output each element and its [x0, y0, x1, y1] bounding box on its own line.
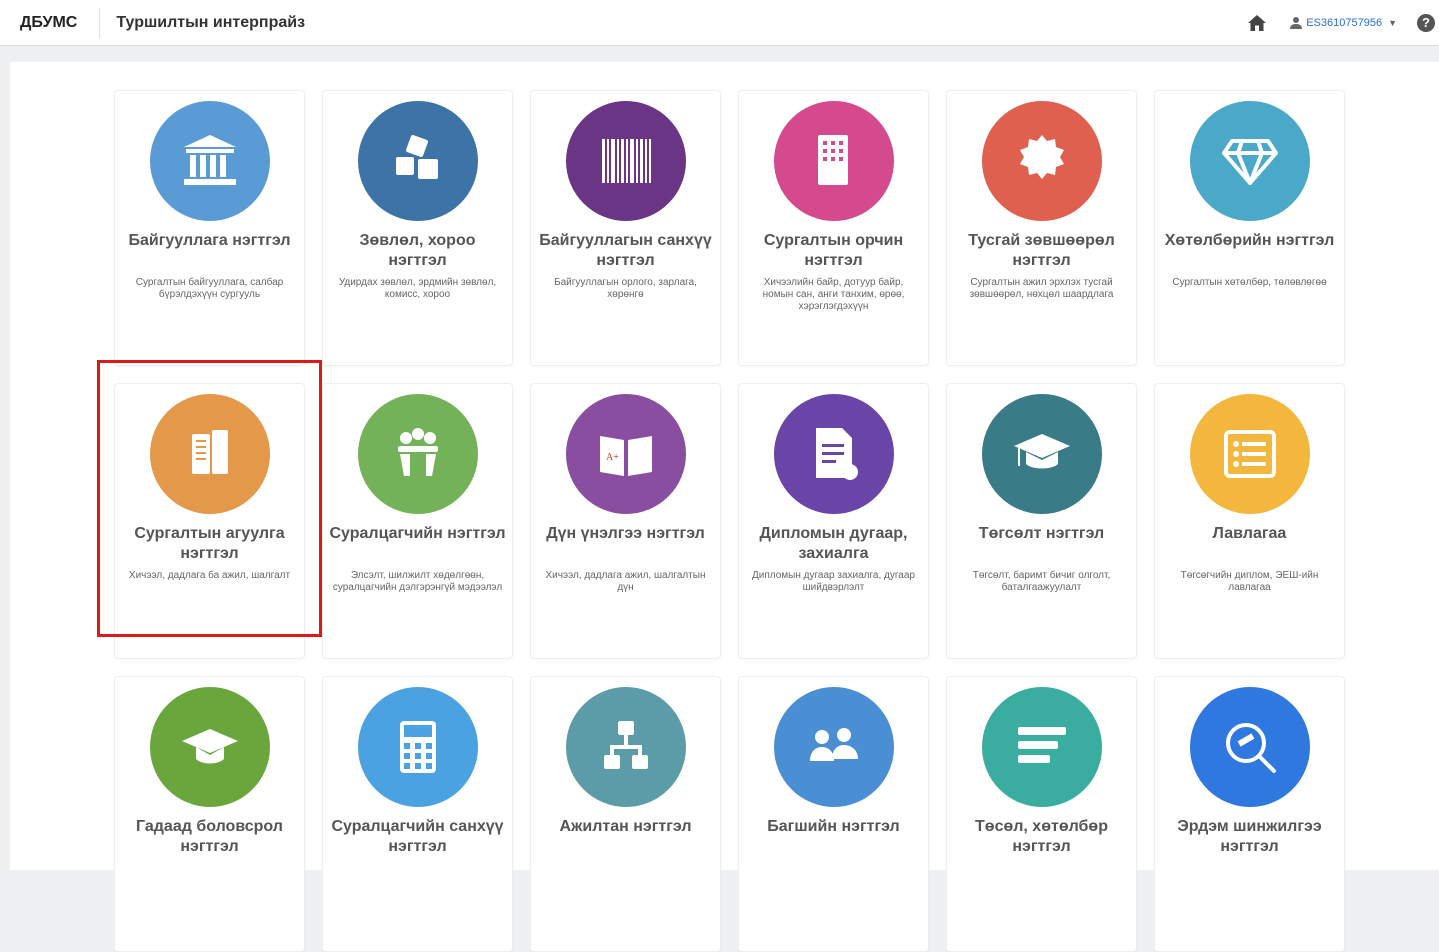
- module-card[interactable]: Байгууллагын санхүү нэгтгэл Байгууллагын …: [530, 90, 721, 366]
- module-card[interactable]: Зөвлөл, хороо нэгтгэл Удирдах зөвлөл, эрд…: [322, 90, 513, 366]
- diamond-icon: [1222, 139, 1278, 185]
- module-title[interactable]: Сургалтын орчин нэгтгэл: [745, 231, 922, 271]
- module-icon-circle[interactable]: [566, 687, 686, 807]
- module-card[interactable]: A+ Дүн үнэлгээ нэгтгэл Хичээл, дадлага ажи…: [530, 383, 721, 659]
- module-title[interactable]: Суралцагчийн нэгтгэл: [329, 524, 506, 544]
- certificate-icon: [1020, 135, 1064, 179]
- module-grid: Байгууллага нэгтгэл Сургалтын байгууллага…: [10, 62, 1439, 952]
- module-card[interactable]: Багшийн нэгтгэл: [738, 676, 929, 952]
- module-card[interactable]: Төгсөлт нэгтгэл Төгсөлт, баримт бичиг олг…: [946, 383, 1137, 659]
- module-card[interactable]: Байгууллага нэгтгэл Сургалтын байгууллага…: [114, 90, 305, 366]
- module-icon-circle[interactable]: [1190, 101, 1310, 221]
- home-icon[interactable]: [1247, 13, 1267, 33]
- module-description: Хичээл, дадлага ба ажил, шалгалт: [128, 570, 291, 581]
- user-menu[interactable]: ES3610757956 ▼: [1289, 16, 1397, 30]
- module-icon-circle[interactable]: [358, 101, 478, 221]
- research-icon: [1226, 723, 1276, 773]
- module-description: Төгсөлт, баримт бичиг олголт, баталгаажу…: [972, 570, 1111, 593]
- book-icon: [192, 430, 228, 474]
- module-title[interactable]: Байгууллага нэгтгэл: [121, 231, 298, 251]
- module-title[interactable]: Лавлагаа: [1161, 524, 1338, 544]
- org-chart-icon: [604, 721, 648, 769]
- user-icon: [1290, 17, 1303, 29]
- module-description: Сургалтын байгууллага, салбар бүрэлдэхүү…: [135, 277, 284, 300]
- module-card[interactable]: Суралцагчийн нэгтгэл Элсэлт, шилжилт хөдө…: [322, 383, 513, 659]
- module-card[interactable]: Тусгай зөвшөөрөл нэгтгэл Сургалтын ажил э…: [946, 90, 1137, 366]
- module-icon-circle[interactable]: [358, 687, 478, 807]
- module-title[interactable]: Хөтөлбөрийн нэгтгэл: [1161, 231, 1338, 251]
- module-icon-circle[interactable]: [774, 101, 894, 221]
- module-description: Дипломын дугаар захиалга, дугаар шийдвэр…: [752, 570, 915, 593]
- module-description: Элсэлт, шилжилт хөдөлгөөн, суралцагчийн …: [332, 570, 503, 593]
- module-title[interactable]: Тусгай зөвшөөрөл нэгтгэл: [953, 231, 1130, 271]
- document-gear-icon: [816, 428, 858, 480]
- module-card[interactable]: Төсөл, хөтөлбөр нэгтгэл: [946, 676, 1137, 952]
- module-card[interactable]: Лавлагаа Төгсөгчийн диплом, ЭЕШ-ийн лавла…: [1154, 383, 1345, 659]
- module-title[interactable]: Байгууллагын санхүү нэгтгэл: [537, 231, 714, 271]
- navbar-right: ES3610757956 ▼ ?: [1247, 0, 1439, 46]
- module-title[interactable]: Сургалтын агуулга нэгтгэл: [121, 524, 298, 564]
- help-icon[interactable]: ?: [1417, 14, 1435, 32]
- list-icon: [1224, 430, 1276, 478]
- module-description: Сургалтын хөтөлбөр, төлөвлөгөө: [1172, 277, 1327, 288]
- students-icon: [398, 428, 438, 476]
- module-icon-circle[interactable]: [982, 101, 1102, 221]
- module-card[interactable]: Сургалтын орчин нэгтгэл Хичээлийн байр, д…: [738, 90, 929, 366]
- module-icon-circle[interactable]: [774, 687, 894, 807]
- svg-text:A+: A+: [606, 452, 619, 463]
- top-navbar: ДБУМС Туршилтын интерпрайз ES3610757956 …: [0, 0, 1439, 46]
- module-icon-circle[interactable]: [1190, 687, 1310, 807]
- module-icon-circle[interactable]: [150, 687, 270, 807]
- module-icon-circle[interactable]: [774, 394, 894, 514]
- module-card[interactable]: Хөтөлбөрийн нэгтгэл Сургалтын хөтөлбөр, т…: [1154, 90, 1345, 366]
- grade-book-icon: A+: [600, 436, 652, 476]
- module-icon-circle[interactable]: A+: [566, 394, 686, 514]
- module-description: Хичээл, дадлага ажил, шалгалтын дүн: [545, 570, 706, 593]
- chevron-down-icon: ▼: [1388, 18, 1397, 28]
- module-card[interactable]: Ажилтан нэгтгэл: [530, 676, 721, 952]
- module-card[interactable]: Суралцагчийн санхүү нэгтгэл: [322, 676, 513, 952]
- module-title[interactable]: Суралцагчийн санхүү нэгтгэл: [329, 817, 506, 857]
- module-title[interactable]: Эрдэм шинжилгээ нэгтгэл: [1161, 817, 1338, 857]
- module-description: Байгууллагын орлого, зарлага, хөрөнгө: [554, 277, 697, 300]
- module-title[interactable]: Дүн үнэлгээ нэгтгэл: [537, 524, 714, 544]
- teachers-icon: [810, 728, 858, 761]
- barcode-icon: [602, 139, 651, 183]
- page-title: Туршилтын интерпрайз: [116, 13, 306, 31]
- module-description: Удирдах зөвлөл, эрдмийн зөвлөл, комисс, …: [338, 277, 497, 300]
- building-icon: [818, 135, 848, 185]
- module-title[interactable]: Гадаад боловсрол нэгтгэл: [121, 817, 298, 857]
- module-title[interactable]: Ажилтан нэгтгэл: [537, 817, 714, 837]
- module-icon-circle[interactable]: [150, 101, 270, 221]
- calculator-icon: [400, 721, 436, 773]
- graduation-hat-icon: [182, 729, 238, 764]
- bank-icon: [184, 135, 236, 185]
- module-title[interactable]: Дипломын дугаар, захиалга: [745, 524, 922, 564]
- module-description: Төгсөгчийн диплом, ЭЕШ-ийн лавлагаа: [1180, 570, 1319, 593]
- module-icon-circle[interactable]: [982, 687, 1102, 807]
- module-icon-circle[interactable]: [982, 394, 1102, 514]
- graduation-cap-icon: [1014, 434, 1070, 469]
- module-card[interactable]: Сургалтын агуулга нэгтгэл Хичээл, дадлага…: [114, 383, 305, 659]
- cubes-icon: [396, 135, 438, 179]
- module-card[interactable]: Эрдэм шинжилгээ нэгтгэл: [1154, 676, 1345, 952]
- module-card[interactable]: Дипломын дугаар, захиалга Дипломын дугаар…: [738, 383, 929, 659]
- module-icon-circle[interactable]: [358, 394, 478, 514]
- module-title[interactable]: Багшийн нэгтгэл: [745, 817, 922, 837]
- module-description: Хичээлийн байр, дотуур байр, номын сан, …: [762, 277, 905, 312]
- module-title[interactable]: Зөвлөл, хороо нэгтгэл: [329, 231, 506, 271]
- module-title[interactable]: Төгсөлт нэгтгэл: [953, 524, 1130, 544]
- module-icon-circle[interactable]: [1190, 394, 1310, 514]
- project-icon: [1018, 727, 1066, 763]
- user-name: ES3610757956: [1306, 17, 1383, 29]
- module-description: Сургалтын ажил эрхлэх тусгай зөвшөөрөл, …: [969, 277, 1114, 300]
- brand-logo[interactable]: ДБУМС: [0, 7, 101, 38]
- module-title[interactable]: Төсөл, хөтөлбөр нэгтгэл: [953, 817, 1130, 857]
- module-icon-circle[interactable]: [150, 394, 270, 514]
- module-icon-circle[interactable]: [566, 101, 686, 221]
- module-card[interactable]: Гадаад боловсрол нэгтгэл: [114, 676, 305, 952]
